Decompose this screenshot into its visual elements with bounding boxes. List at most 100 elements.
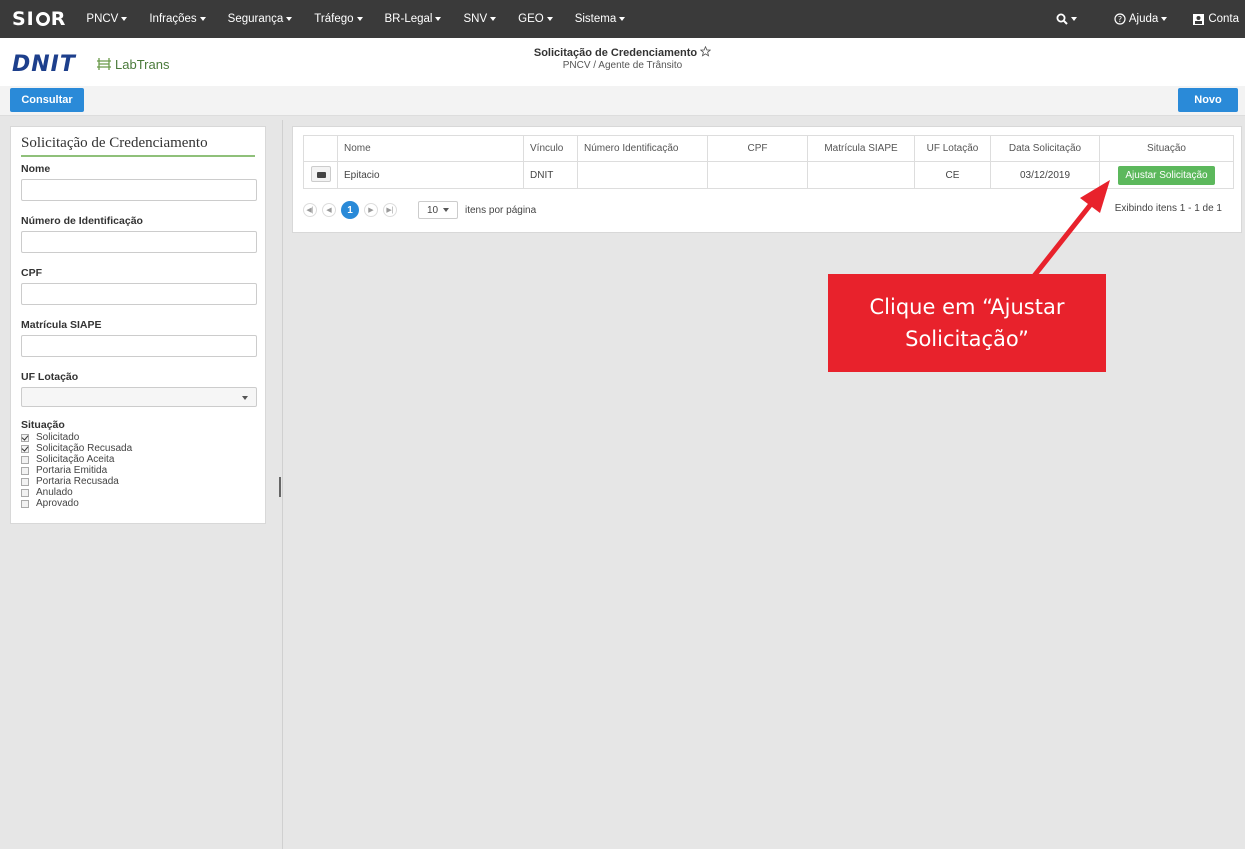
uf-lotacao-select[interactable] <box>21 387 257 407</box>
menu-snv[interactable]: SNV <box>463 13 497 25</box>
situacao-option-label: Aprovado <box>36 498 79 509</box>
cpf-label: CPF <box>21 267 42 279</box>
checkbox-icon[interactable] <box>21 488 29 497</box>
search-icon <box>1056 13 1068 25</box>
caret-down-icon <box>546 17 553 21</box>
checkbox-icon[interactable] <box>21 477 29 486</box>
checkbox-icon[interactable] <box>21 466 29 475</box>
page-size-value: 10 <box>426 204 439 216</box>
sior-logo[interactable]: SI R <box>12 8 66 30</box>
menu-label: Segurança <box>227 13 284 25</box>
panel-divider <box>282 120 283 849</box>
breadcrumb: PNCV / Agente de Trânsito <box>562 60 683 71</box>
folder-open-icon[interactable] <box>310 165 331 182</box>
pager-info: Exibindo itens 1 - 1 de 1 <box>1114 203 1222 214</box>
next-page-icon[interactable]: ▶ <box>364 203 378 217</box>
caret-down-icon <box>199 17 206 21</box>
uf-lotacao-label: UF Lotação <box>21 371 79 383</box>
page-header: DNIT LabTrans Solicitação de Credenciame… <box>0 38 1245 86</box>
column-header-nome[interactable]: Nome <box>337 135 524 162</box>
menu-pncv[interactable]: PNCV <box>86 13 128 25</box>
menu-label: SNV <box>463 13 488 25</box>
situacao-option[interactable]: Solicitação Aceita <box>21 454 255 465</box>
splitter-handle[interactable] <box>279 477 281 497</box>
cpf-input[interactable] <box>21 283 257 305</box>
menu-seguranca[interactable]: Segurança <box>228 13 293 25</box>
column-header-situacao[interactable]: Situação <box>1099 135 1234 162</box>
menu-label: Infrações <box>149 13 197 25</box>
menu-sistema[interactable]: Sistema <box>575 13 626 25</box>
menu-br-legal[interactable]: BR-Legal <box>385 13 442 25</box>
search-menu[interactable] <box>1056 13 1080 25</box>
caret-down-icon <box>619 17 626 21</box>
caret-down-icon <box>435 17 442 21</box>
account-label: Conta <box>1208 13 1239 25</box>
matricula-siape-label: Matrícula SIAPE <box>21 319 102 331</box>
situacao-option[interactable]: Portaria Emitida <box>21 465 255 476</box>
page-title: Solicitação de Credenciamento <box>0 45 1245 59</box>
star-icon[interactable] <box>699 45 712 57</box>
caret-down-icon <box>121 17 128 21</box>
checkbox-checked-icon[interactable] <box>21 444 29 453</box>
situacao-option[interactable]: Portaria Recusada <box>21 476 255 487</box>
account-menu[interactable]: Conta <box>1193 13 1239 25</box>
last-page-icon[interactable]: ▶| <box>383 203 397 217</box>
situacao-option[interactable]: Anulado <box>21 487 255 498</box>
help-menu[interactable]: ? Ajuda <box>1114 13 1168 25</box>
caret-down-icon <box>490 17 497 21</box>
menu-label: Tráfego <box>314 13 354 25</box>
menu-geo[interactable]: GEO <box>518 13 553 25</box>
situacao-option-label: Anulado <box>36 487 73 498</box>
table-header-row: Nome Vínculo Número Identificação CPF Ma… <box>303 135 1234 162</box>
page-number-button[interactable]: 1 <box>341 201 359 219</box>
checkbox-icon[interactable] <box>21 455 29 464</box>
toolbar: Consultar Novo <box>0 86 1245 116</box>
cell-data-solicitacao: 03/12/2019 <box>990 161 1100 189</box>
situacao-option-label: Portaria Emitida <box>36 465 108 476</box>
menu-label: PNCV <box>86 13 119 25</box>
menu-label: Sistema <box>574 13 617 25</box>
numero-identificacao-input[interactable] <box>21 231 257 253</box>
page-title-text: Solicitação de Credenciamento <box>533 47 698 59</box>
checkbox-checked-icon[interactable] <box>21 433 29 442</box>
matricula-siape-input[interactable] <box>21 335 257 357</box>
top-navbar: SI R PNCV Infrações Segurança Tráfego BR-… <box>0 0 1245 38</box>
situacao-option-label: Solicitação Aceita <box>36 454 115 465</box>
situacao-option-label: Solicitação Recusada <box>36 443 133 454</box>
situacao-option[interactable]: Solicitado <box>21 432 255 443</box>
cell-nome: Epitacio <box>337 161 524 189</box>
column-header-cpf[interactable]: CPF <box>707 135 808 162</box>
filter-panel: Solicitação de Credenciamento Nome Númer… <box>10 126 266 524</box>
column-header-numero-identificacao[interactable]: Número Identificação <box>577 135 708 162</box>
situacao-checkbox-list: Solicitado Solicitação Recusada Solicitaçã… <box>21 432 255 509</box>
situacao-option-label: Portaria Recusada <box>36 476 119 487</box>
caret-down-icon <box>1161 17 1168 21</box>
caret-down-icon <box>286 17 293 21</box>
menu-infracoes[interactable]: Infrações <box>149 13 206 25</box>
situacao-option-label: Solicitado <box>36 432 80 443</box>
column-header-data-solicitacao[interactable]: Data Solicitação <box>990 135 1100 162</box>
cell-cpf <box>707 161 808 189</box>
column-header-uf-lotacao[interactable]: UF Lotação <box>914 135 991 162</box>
first-page-icon[interactable]: ◀| <box>303 203 317 217</box>
cell-matricula-siape <box>807 161 915 189</box>
prev-page-icon[interactable]: ◀ <box>322 203 336 217</box>
situacao-option[interactable]: Solicitação Recusada <box>21 443 255 454</box>
checkbox-icon[interactable] <box>21 499 29 508</box>
page-size-select[interactable]: 10 <box>418 201 458 219</box>
callout-line-1: Clique em “Ajustar <box>869 295 1065 319</box>
ajustar-solicitacao-button[interactable]: Ajustar Solicitação <box>1118 165 1215 185</box>
help-label: Ajuda <box>1128 13 1159 25</box>
situacao-label: Situação <box>21 419 65 431</box>
novo-button[interactable]: Novo <box>1178 88 1238 112</box>
results-panel: Nome Vínculo Número Identificação CPF Ma… <box>292 126 1242 233</box>
menu-trafego[interactable]: Tráfego <box>314 13 363 25</box>
nome-input[interactable] <box>21 179 257 201</box>
cell-uf-lotacao: CE <box>914 161 991 189</box>
cell-numero-identificacao <box>577 161 708 189</box>
column-header-vinculo[interactable]: Vínculo <box>523 135 578 162</box>
column-header-matricula-siape[interactable]: Matrícula SIAPE <box>807 135 915 162</box>
filter-title: Solicitação de Credenciamento <box>21 135 255 157</box>
consultar-button[interactable]: Consultar <box>10 88 84 112</box>
situacao-option[interactable]: Aprovado <box>21 498 255 509</box>
